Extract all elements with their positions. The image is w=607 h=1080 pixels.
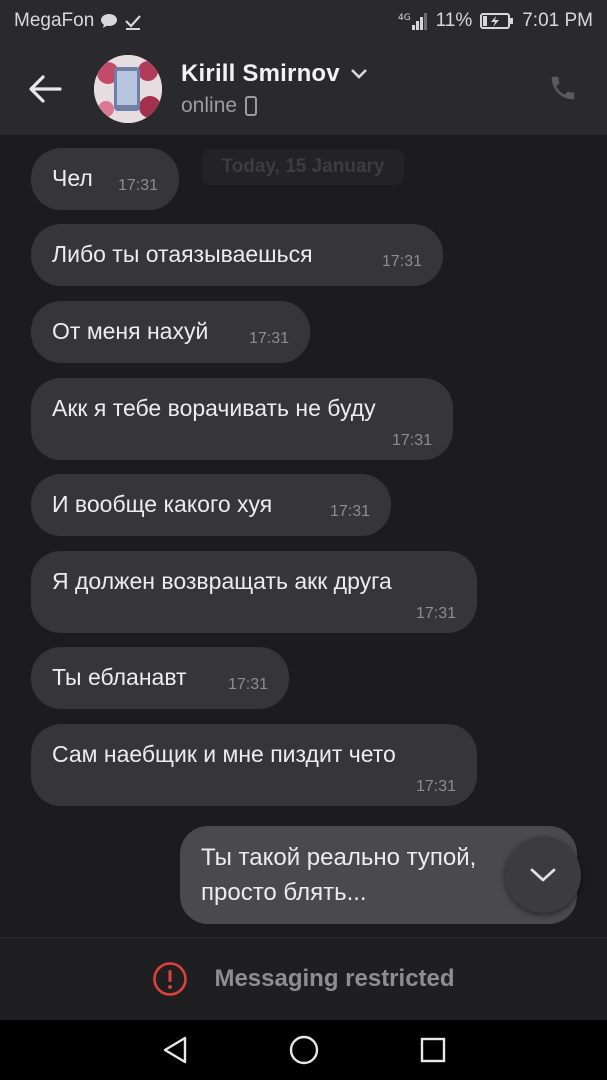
avatar[interactable]	[94, 54, 162, 123]
message-text-line-2: просто блять...	[201, 879, 367, 906]
back-button[interactable]	[10, 42, 80, 135]
incoming-message[interactable]: И вообще какого хуя 17:31	[31, 474, 391, 536]
download-done-icon	[124, 12, 142, 30]
message-text: Я должен возвращать акк друга	[52, 568, 392, 594]
nav-recents-button[interactable]	[408, 1025, 458, 1075]
date-separator: Today, 15 January	[202, 149, 404, 185]
message-time: 17:31	[227, 676, 268, 693]
incoming-message[interactable]: Акк я тебе ворачивать не буду 17:31	[31, 378, 453, 460]
message-text: Сам наебщик и мне пиздит чето	[52, 741, 396, 767]
battery-charging-icon	[480, 12, 514, 30]
incoming-message[interactable]: От меня нахуй 17:31	[31, 301, 310, 363]
message-text-line-1: Ты такой реально тупой,	[201, 844, 477, 871]
incoming-message[interactable]: Сам наебщик и мне пиздит чето 17:31	[31, 724, 477, 806]
message-text: Либо ты отаязываешься	[52, 241, 313, 267]
chevron-down-icon	[530, 868, 556, 882]
contact-info[interactable]: Kirill Smirnov online	[181, 60, 368, 118]
restricted-label: Messaging restricted	[214, 965, 455, 992]
chevron-down-icon[interactable]	[350, 68, 368, 80]
alert-circle-icon	[153, 962, 188, 996]
chat-header: Kirill Smirnov online	[0, 42, 607, 135]
message-time: 17:31	[248, 330, 289, 347]
call-button[interactable]	[545, 70, 581, 106]
network-type-label: 4G	[398, 13, 411, 23]
circle-home-icon	[289, 1035, 318, 1065]
message-bubble-icon	[100, 13, 118, 29]
system-navigation-bar	[0, 1020, 607, 1080]
message-text: Ты ебланавт	[52, 664, 187, 690]
message-text: Акк я тебе ворачивать не буду	[52, 395, 376, 421]
message-time: 17:31	[415, 605, 456, 622]
message-time: 17:31	[391, 432, 432, 449]
incoming-message[interactable]: Либо ты отаязываешься 17:31	[31, 224, 443, 286]
phone-icon	[551, 76, 575, 100]
status-bar: MegaFon 4G 11% 7:01 PM	[0, 0, 607, 42]
carrier-label: MegaFon	[14, 10, 95, 31]
message-text: Чел	[52, 165, 93, 191]
nav-home-button[interactable]	[279, 1025, 329, 1075]
nav-back-button[interactable]	[150, 1025, 200, 1075]
scroll-to-bottom-button[interactable]	[505, 837, 581, 913]
incoming-message[interactable]: Чел 17:31	[31, 148, 179, 210]
message-text: От меня нахуй	[52, 318, 209, 344]
message-text: И вообще какого хуя	[52, 491, 273, 517]
arrow-left-icon	[29, 74, 62, 103]
message-time: 17:31	[415, 778, 456, 795]
signal-icon: 4G	[398, 11, 428, 31]
messaging-restricted-bar: Messaging restricted	[0, 937, 607, 1020]
clock: 7:01 PM	[522, 10, 593, 31]
message-time: 17:31	[117, 177, 158, 194]
battery-percent: 11%	[435, 10, 473, 31]
message-list[interactable]: Today, 15 January Чел 17:31 Либо ты отая…	[0, 135, 607, 937]
contact-status: online	[181, 93, 238, 117]
contact-name[interactable]: Kirill Smirnov	[181, 60, 340, 88]
mobile-device-icon	[245, 95, 258, 116]
triangle-back-icon	[163, 1036, 186, 1064]
incoming-message[interactable]: Я должен возвращать акк друга 17:31	[31, 551, 477, 633]
square-recents-icon	[420, 1037, 445, 1063]
incoming-message[interactable]: Ты ебланавт 17:31	[31, 647, 289, 709]
message-time: 17:31	[329, 503, 370, 520]
message-time: 17:31	[381, 253, 422, 270]
